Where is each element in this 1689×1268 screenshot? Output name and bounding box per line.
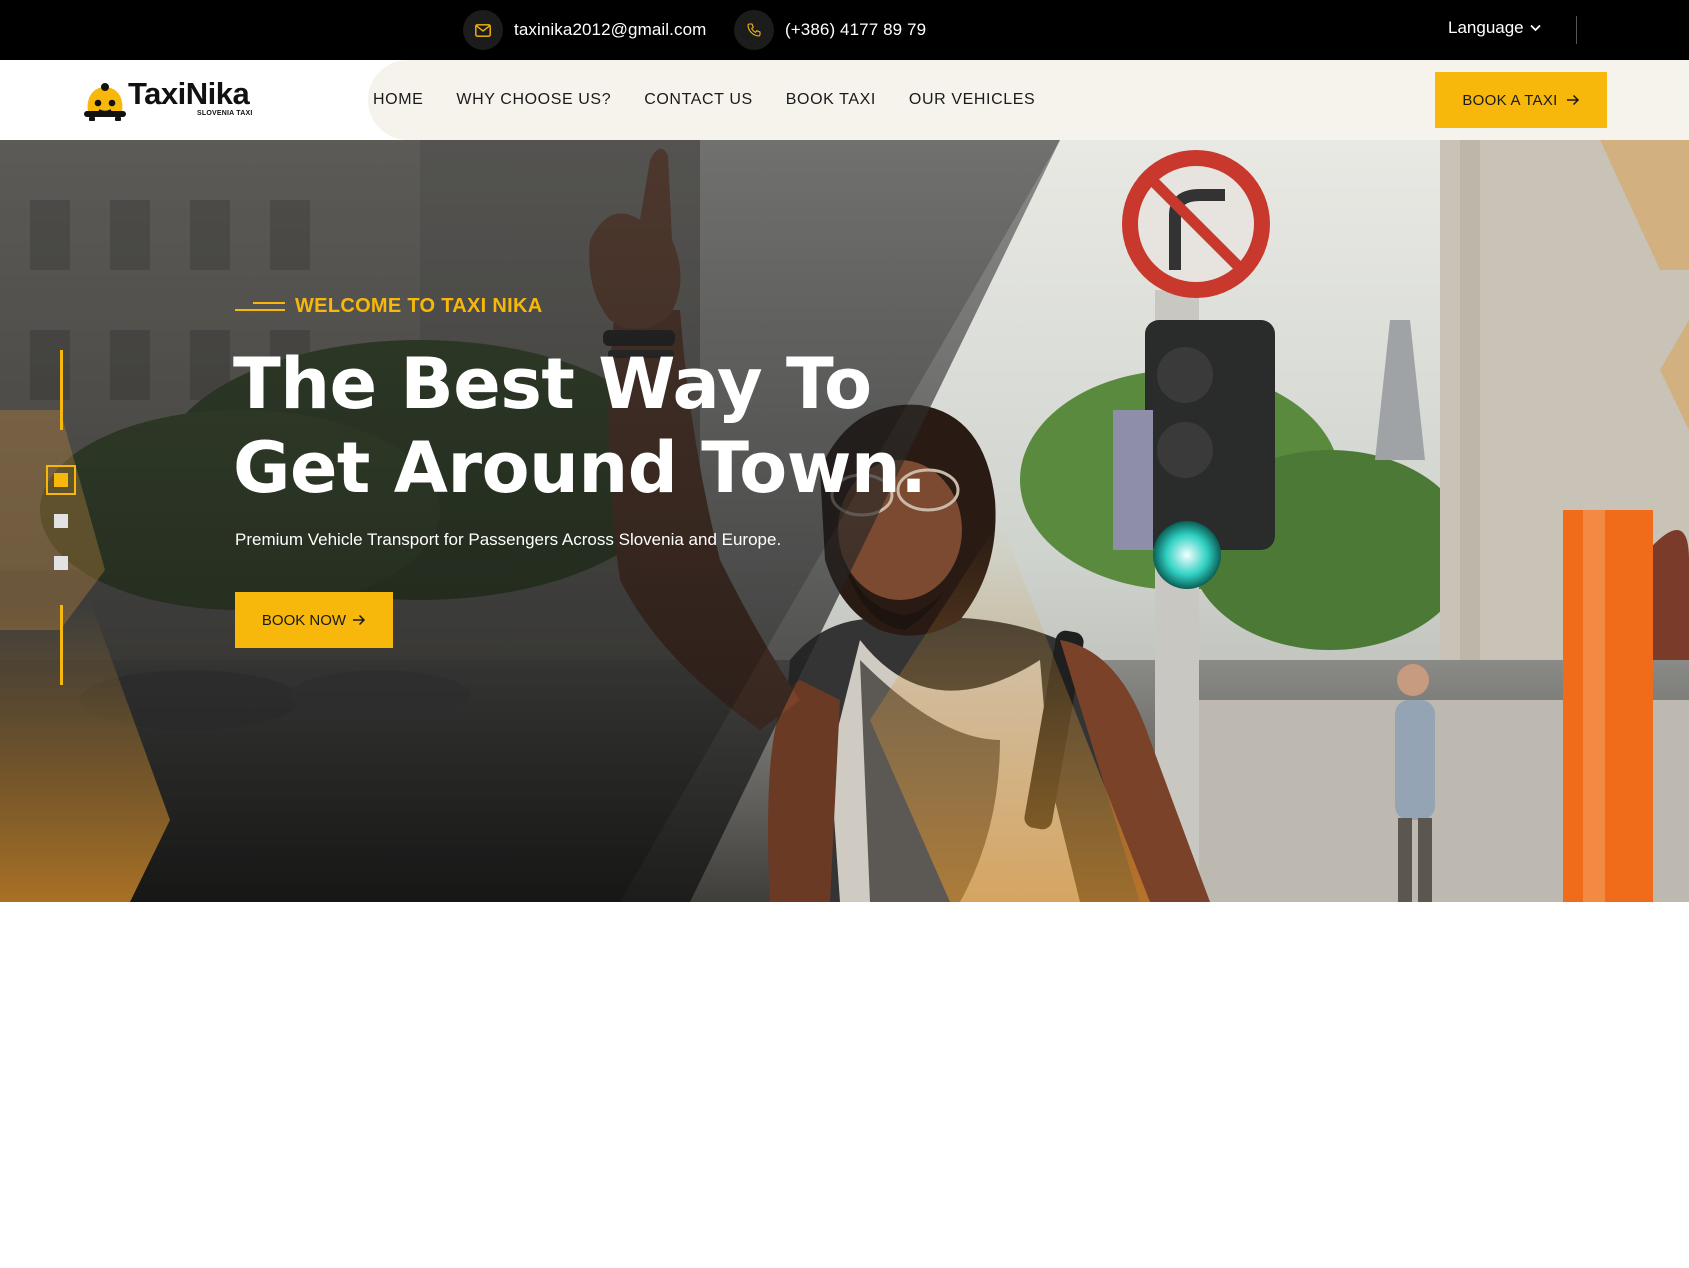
hero-eyebrow-text: WELCOME TO TAXI NIKA [295,295,543,317]
taxi-logo-icon [84,83,126,121]
book-a-taxi-button[interactable]: BOOK A TAXI [1435,72,1607,128]
nav-why-choose-us[interactable]: WHY CHOOSE US? [456,91,611,109]
email-text[interactable]: taxinika2012@gmail.com [514,20,706,40]
pagination-line-top [60,350,63,430]
phone-contact[interactable]: (+386) 4177 89 79 [734,10,926,50]
arrow-right-icon [1566,94,1579,106]
slide-dot-2[interactable] [54,514,68,528]
main-header: TaxiNika SLOVENIA TAXI HOME WHY CHOOSE U… [0,60,1689,140]
hero-eyebrow: WELCOME TO TAXI NIKA [235,295,542,318]
language-label: Language [1448,18,1524,37]
book-a-taxi-label: BOOK A TAXI [1462,91,1558,109]
phone-icon [734,10,774,50]
language-selector[interactable]: Language [1448,18,1541,38]
nav-our-vehicles[interactable]: OUR VEHICLES [909,91,1035,109]
book-now-label: BOOK NOW [261,611,347,629]
email-contact[interactable]: taxinika2012@gmail.com [463,10,706,50]
pagination-line-bottom [60,605,63,685]
hero-background-image [0,140,1689,902]
nav-book-taxi[interactable]: BOOK TAXI [786,91,876,109]
chevron-down-icon [1530,24,1541,32]
logo-text: TaxiNika [128,76,250,111]
slide-dot-1-active[interactable] [46,465,76,495]
hero-headline-line-2: Get Around Town. [233,427,927,509]
main-nav: HOME WHY CHOOSE US? CONTACT US BOOK TAXI… [373,60,1068,140]
hero-headline-line-1: The Best Way To [233,343,872,425]
arrow-right-icon [353,614,366,626]
topbar-divider [1576,16,1577,44]
top-bar: taxinika2012@gmail.com (+386) 4177 89 79… [0,0,1689,60]
hero-subtitle: Premium Vehicle Transport for Passengers… [235,530,782,549]
slide-dot-3[interactable] [54,556,68,570]
phone-text[interactable]: (+386) 4177 89 79 [785,20,926,40]
site-logo[interactable]: TaxiNika SLOVENIA TAXI [82,74,262,128]
envelope-icon [463,10,503,50]
logo-subtext: SLOVENIA TAXI [197,110,253,117]
nav-contact-us[interactable]: CONTACT US [644,91,753,109]
eyebrow-lines-icon [235,301,285,311]
nav-home[interactable]: HOME [373,91,423,109]
hero-slider: WELCOME TO TAXI NIKA The Best Way To Get… [0,140,1689,902]
hero-headline: The Best Way To Get Around Town. [233,342,993,510]
book-now-button[interactable]: BOOK NOW [235,592,393,648]
